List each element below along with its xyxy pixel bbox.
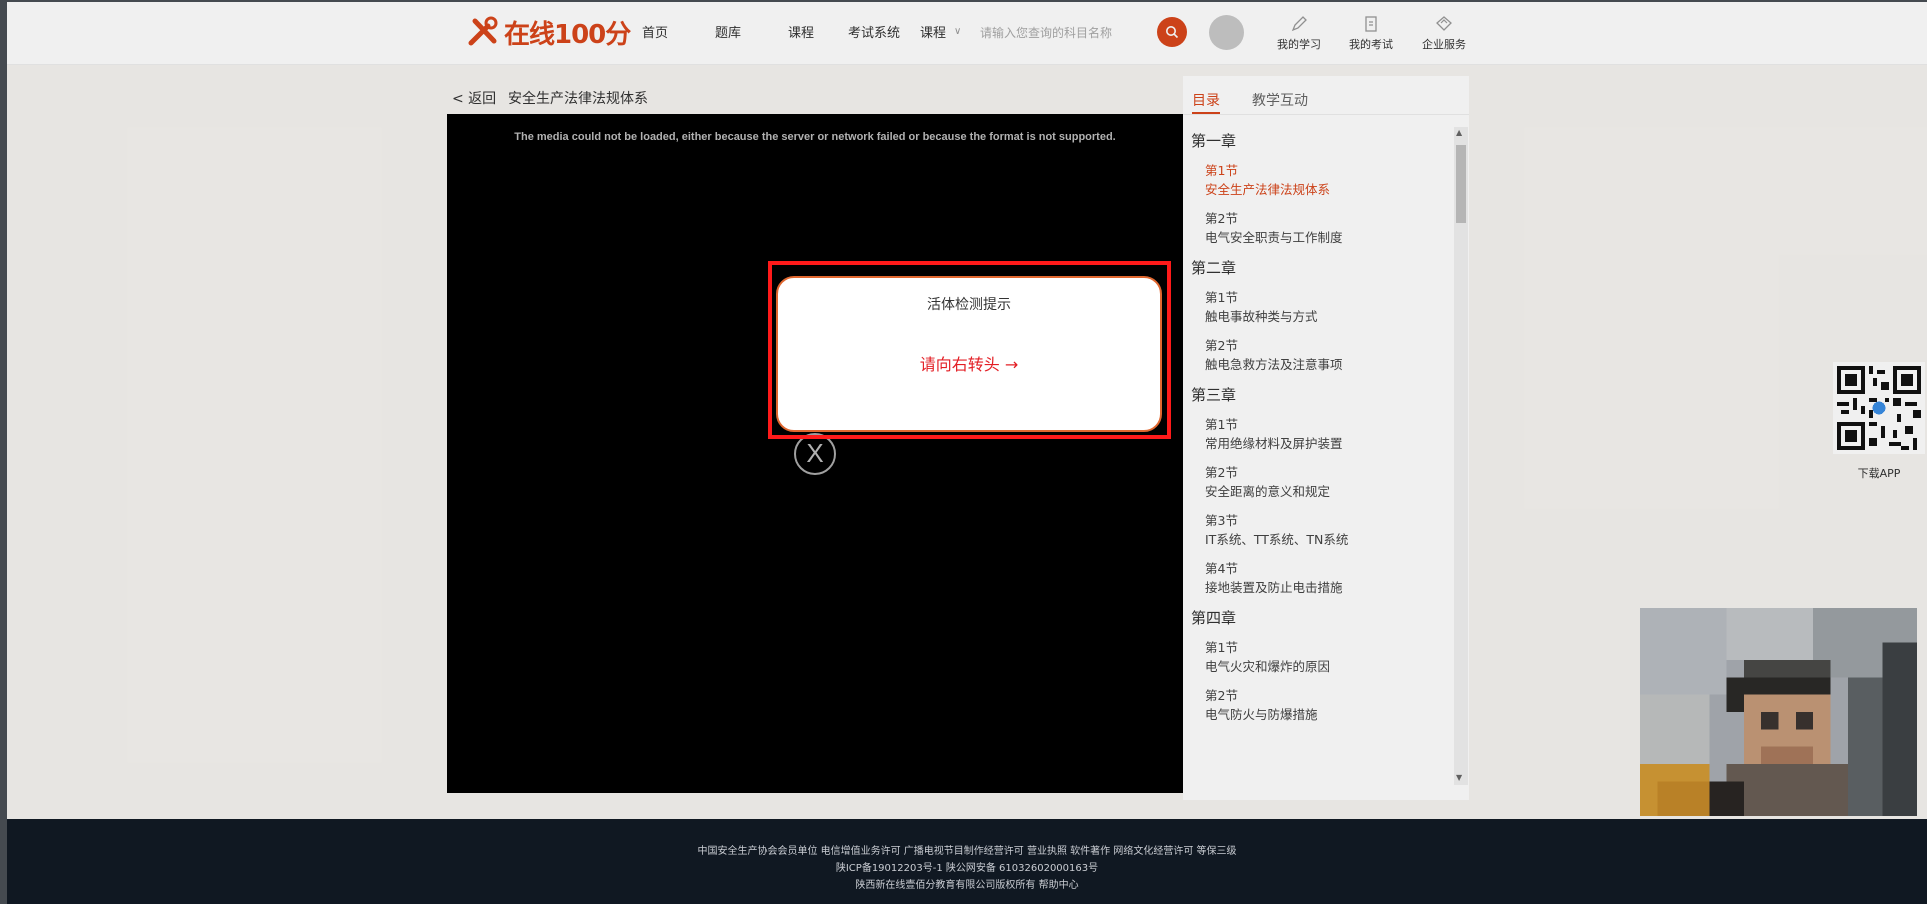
section-item[interactable]: 第4节 接地装置及防止电击措施 — [1205, 559, 1451, 597]
chapter-title: 第一章 — [1191, 132, 1237, 150]
video-error-icon: X — [794, 433, 836, 475]
media-error-message: The media could not be loaded, either be… — [514, 131, 1116, 143]
tab-catalog[interactable]: 目录 — [1192, 90, 1220, 110]
chapter-title: 第二章 — [1191, 259, 1237, 277]
exam-icon — [1365, 16, 1377, 32]
section-name: IT系统、TT系统、TN系统 — [1205, 532, 1349, 547]
nav-home[interactable]: 首页 — [642, 22, 668, 41]
section-item[interactable]: 第2节 触电急救方法及注意事项 — [1205, 336, 1451, 374]
section-item[interactable]: 第3节 IT系统、TT系统、TN系统 — [1205, 511, 1451, 549]
enterprise-icon — [1436, 16, 1452, 31]
section-name: 接地装置及防止电击措施 — [1205, 580, 1343, 595]
section-number: 第4节 — [1205, 561, 1238, 576]
search-category-value: 课程 — [920, 26, 947, 41]
window-left-edge — [0, 0, 7, 904]
scroll-up-arrow-icon[interactable]: ▲ — [1456, 128, 1462, 137]
search-category-select[interactable]: 课程 ∨ — [920, 22, 961, 41]
section-number: 第1节 — [1205, 163, 1238, 178]
logo-text: 在线100分 — [504, 19, 631, 50]
section-item[interactable]: 第2节 电气安全职责与工作制度 — [1205, 209, 1451, 247]
dialog-title: 活体检测提示 — [927, 297, 1011, 313]
toc-scrollbar-thumb[interactable] — [1456, 145, 1466, 223]
avatar[interactable] — [1209, 15, 1244, 50]
footer-icp[interactable]: 陕ICP备19012203号-1 陕公网安备 61032602000163号 — [7, 859, 1927, 874]
section-number: 第1节 — [1205, 290, 1238, 305]
my-exams-label: 我的考试 — [1349, 38, 1393, 51]
enterprise-service-label: 企业服务 — [1422, 38, 1466, 51]
section-item[interactable]: 第2节 安全距离的意义和规定 — [1205, 463, 1451, 501]
nav-question-bank[interactable]: 题库 — [715, 22, 741, 41]
section-item[interactable]: 第2节 电气防火与防爆措施 — [1205, 686, 1451, 724]
section-number: 第2节 — [1205, 688, 1238, 703]
section-name: 触电事故种类与方式 — [1205, 309, 1318, 324]
section-number: 第1节 — [1205, 640, 1238, 655]
download-app-label[interactable]: 下载APP — [1833, 465, 1925, 481]
scroll-down-arrow-icon[interactable]: ▼ — [1456, 773, 1462, 782]
back-link[interactable]: < 返回 — [452, 88, 496, 108]
webcam-preview — [1640, 608, 1917, 816]
section-number: 第1节 — [1205, 417, 1238, 432]
tab-teaching-interaction[interactable]: 教学互动 — [1252, 90, 1308, 110]
section-item[interactable]: 第1节 电气火灾和爆炸的原因 — [1205, 638, 1451, 676]
chevron-down-icon: ∨ — [954, 26, 962, 37]
search-button[interactable] — [1157, 17, 1187, 47]
section-item[interactable]: 第1节 常用绝缘材料及屏护装置 — [1205, 415, 1451, 453]
search-input[interactable] — [978, 14, 1152, 52]
section-item[interactable]: 第1节 安全生产法律法规体系 — [1205, 161, 1451, 199]
my-learning-button[interactable]: 我的学习 — [1264, 14, 1334, 52]
section-item[interactable]: 第1节 触电事故种类与方式 — [1205, 288, 1451, 326]
pencil-icon — [1291, 16, 1307, 32]
tools-icon — [468, 16, 498, 46]
section-name: 电气防火与防爆措施 — [1205, 707, 1318, 722]
site-header — [7, 2, 1927, 65]
nav-exam-system[interactable]: 考试系统 — [848, 22, 900, 41]
footer-copyright[interactable]: 陕西新在线壹佰分教育有限公司版权所有 帮助中心 — [7, 876, 1927, 891]
section-name: 电气火灾和爆炸的原因 — [1205, 659, 1331, 674]
section-name: 触电急救方法及注意事项 — [1205, 357, 1343, 372]
search-icon — [1166, 26, 1179, 39]
qr-code — [1833, 362, 1925, 454]
section-number: 第3节 — [1205, 513, 1238, 528]
section-name: 安全生产法律法规体系 — [1205, 182, 1331, 197]
chapter-title: 第三章 — [1191, 386, 1237, 404]
my-learning-label: 我的学习 — [1277, 38, 1321, 51]
section-name: 安全距离的意义和规定 — [1205, 484, 1331, 499]
toc-scrollbar[interactable] — [1454, 127, 1468, 785]
section-number: 第2节 — [1205, 211, 1238, 226]
chapter-title: 第四章 — [1191, 609, 1237, 627]
table-of-contents: 第一章 第1节 安全生产法律法规体系 第2节 电气安全职责与工作制度 第二章 第… — [1191, 122, 1451, 782]
site-logo[interactable]: 在线100分 — [466, 14, 631, 50]
section-name: 电气安全职责与工作制度 — [1205, 230, 1343, 245]
dialog-message: 请向右转头 → — [919, 355, 1019, 374]
section-name: 常用绝缘材料及屏护装置 — [1205, 436, 1343, 451]
enterprise-service-button[interactable]: 企业服务 — [1409, 14, 1479, 52]
section-number: 第2节 — [1205, 338, 1238, 353]
footer-licenses[interactable]: 中国安全生产协会会员单位 电信增值业务许可 广播电视节目制作经营许可 营业执照 … — [7, 842, 1927, 857]
nav-courses[interactable]: 课程 — [788, 22, 814, 41]
section-number: 第2节 — [1205, 465, 1238, 480]
course-title: 安全生产法律法规体系 — [508, 91, 648, 107]
my-exams-button[interactable]: 我的考试 — [1336, 14, 1406, 52]
tab-divider — [1183, 114, 1469, 115]
